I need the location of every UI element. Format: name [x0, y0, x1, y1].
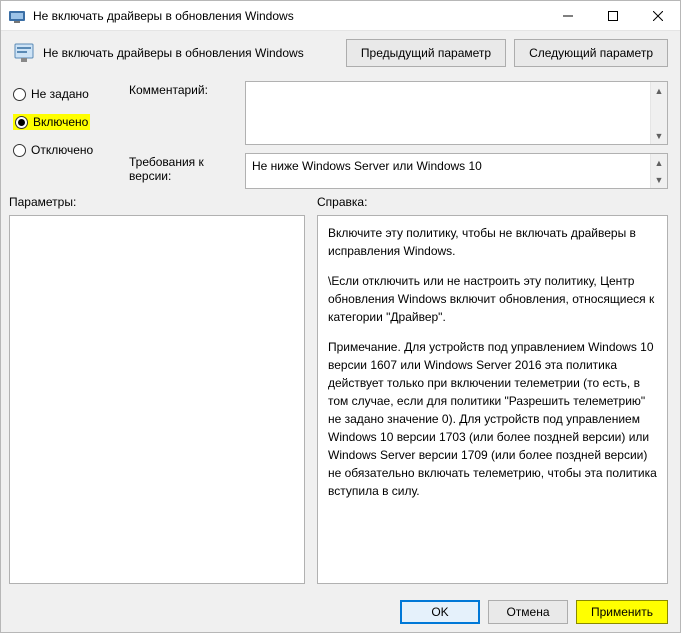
scrollbar[interactable]: ▲ ▼ — [650, 82, 667, 144]
help-paragraph: Включите эту политику, чтобы не включать… — [328, 224, 657, 260]
help-panel[interactable]: Включите эту политику, чтобы не включать… — [317, 215, 668, 584]
app-icon — [9, 8, 25, 24]
requirements-value: Не ниже Windows Server или Windows 10 — [246, 154, 650, 188]
parameters-column: Параметры: — [9, 193, 305, 584]
parameters-panel — [9, 215, 305, 584]
footer-buttons: OK Отмена Применить — [1, 592, 680, 632]
requirements-row: Требования к версии: Не ниже Windows Ser… — [129, 153, 668, 189]
fields-column: Комментарий: ▲ ▼ Требования к версии: Не… — [129, 81, 668, 189]
state-radios: Не задано Включено Отключено — [13, 81, 129, 189]
minimize-button[interactable] — [545, 1, 590, 31]
close-button[interactable] — [635, 1, 680, 31]
body-upper: Не задано Включено Отключено Комментарий… — [1, 75, 680, 189]
apply-button[interactable]: Применить — [576, 600, 668, 624]
scroll-up-icon[interactable]: ▲ — [651, 82, 667, 99]
radio-label: Включено — [33, 115, 88, 129]
scroll-down-icon[interactable]: ▼ — [651, 127, 667, 144]
radio-disabled[interactable]: Отключено — [13, 141, 129, 159]
window-title: Не включать драйверы в обновления Window… — [33, 9, 545, 23]
comment-value — [246, 82, 650, 144]
titlebar: Не включать драйверы в обновления Window… — [1, 1, 680, 31]
radio-icon — [15, 116, 28, 129]
policy-icon — [13, 42, 35, 64]
cancel-button[interactable]: Отмена — [488, 600, 568, 624]
policy-title: Не включать драйверы в обновления Window… — [43, 46, 338, 60]
header-row: Не включать драйверы в обновления Window… — [1, 31, 680, 75]
radio-icon — [13, 144, 26, 157]
radio-not-configured[interactable]: Не задано — [13, 85, 129, 103]
requirements-textbox: Не ниже Windows Server или Windows 10 ▲ … — [245, 153, 668, 189]
radio-enabled[interactable]: Включено — [13, 113, 129, 131]
highlight: Включено — [13, 114, 90, 130]
parameters-label: Параметры: — [9, 193, 305, 215]
help-paragraph: Примечание. Для устройств под управление… — [328, 338, 657, 500]
radio-label: Не задано — [31, 87, 89, 101]
requirements-label: Требования к версии: — [129, 153, 245, 189]
window-controls — [545, 1, 680, 31]
scroll-down-icon[interactable]: ▼ — [651, 171, 667, 188]
scrollbar[interactable]: ▲ ▼ — [650, 154, 667, 188]
body-lower: Параметры: Справка: Включите эту политик… — [1, 189, 680, 592]
ok-button[interactable]: OK — [400, 600, 480, 624]
help-column: Справка: Включите эту политику, чтобы не… — [317, 193, 668, 584]
radio-label: Отключено — [31, 143, 93, 157]
help-paragraph: \Если отключить или не настроить эту пол… — [328, 272, 657, 326]
radio-icon — [13, 88, 26, 101]
help-label: Справка: — [317, 193, 668, 215]
gpo-editor-window: Не включать драйверы в обновления Window… — [0, 0, 681, 633]
next-setting-button[interactable]: Следующий параметр — [514, 39, 668, 67]
comment-textbox[interactable]: ▲ ▼ — [245, 81, 668, 145]
comment-row: Комментарий: ▲ ▼ — [129, 81, 668, 145]
maximize-button[interactable] — [590, 1, 635, 31]
scroll-up-icon[interactable]: ▲ — [651, 154, 667, 171]
comment-label: Комментарий: — [129, 81, 245, 145]
previous-setting-button[interactable]: Предыдущий параметр — [346, 39, 506, 67]
